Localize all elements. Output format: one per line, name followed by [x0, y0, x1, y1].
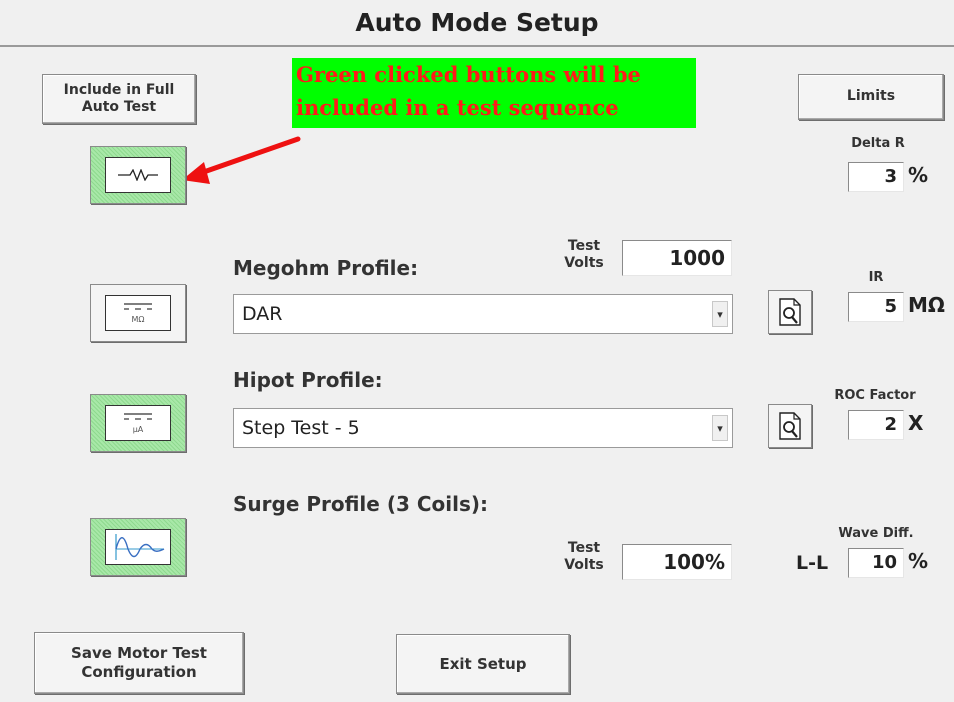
roc-factor-input[interactable]: 2 — [848, 410, 904, 440]
delta-r-input[interactable]: 3 — [848, 162, 904, 192]
roc-factor-unit: X — [908, 411, 924, 435]
surge-profile-label: Surge Profile (3 Coils): — [233, 492, 489, 516]
wave-diff-input[interactable]: 10 — [848, 548, 904, 578]
document-magnifier-icon — [779, 412, 801, 440]
delta-r-unit: % — [908, 163, 929, 187]
megohm-test-volts-label: Test Volts — [564, 238, 604, 271]
limits-button[interactable]: Limits — [798, 74, 944, 120]
callout-line-1: Green clicked buttons will be — [296, 62, 641, 87]
hipot-profile-value: Step Test - 5 — [242, 417, 360, 439]
megohm-icon-text: MΩ — [131, 315, 145, 324]
hipot-profile-preview-button[interactable] — [768, 404, 812, 448]
resistance-test-toggle[interactable] — [90, 146, 186, 204]
save-motor-test-configuration-button[interactable]: Save Motor Test Configuration — [34, 632, 244, 694]
window-title: Auto Mode Setup — [355, 8, 599, 37]
document-magnifier-icon — [779, 298, 801, 326]
hipot-dropdown-arrow-icon[interactable]: ▾ — [712, 415, 728, 441]
resistor-icon — [118, 169, 158, 181]
save-motor-test-configuration-label: Save Motor Test Configuration — [71, 644, 207, 681]
surge-test-toggle[interactable] — [90, 518, 186, 576]
hipot-icon-text: µA — [132, 425, 144, 434]
wave-diff-label: Wave Diff. — [838, 526, 914, 541]
ir-label: IR — [868, 270, 884, 285]
megohm-profile-value: DAR — [242, 303, 283, 325]
megohm-profile-select[interactable]: DAR ▾ — [233, 294, 733, 334]
ir-unit: MΩ — [908, 293, 945, 317]
callout-note: Green clicked buttons will be included i… — [292, 58, 696, 128]
ir-input[interactable]: 5 — [848, 292, 904, 322]
megohm-profile-label: Megohm Profile: — [233, 256, 419, 280]
exit-setup-label: Exit Setup — [439, 654, 527, 673]
surge-test-volts-input[interactable]: 100% — [622, 544, 732, 580]
hipot-profile-select[interactable]: Step Test - 5 ▾ — [233, 408, 733, 448]
limits-label: Limits — [846, 88, 896, 105]
delta-r-label: Delta R — [851, 136, 905, 151]
megohm-test-toggle[interactable]: MΩ — [90, 284, 186, 342]
surge-waveform-icon — [115, 534, 165, 560]
hipot-icon — [124, 413, 152, 420]
megohm-profile-preview-button[interactable] — [768, 290, 812, 334]
exit-setup-button[interactable]: Exit Setup — [396, 634, 570, 694]
megohm-dropdown-arrow-icon[interactable]: ▾ — [712, 301, 728, 327]
roc-factor-label: ROC Factor — [834, 388, 916, 403]
megohm-test-volts-input[interactable]: 1000 — [622, 240, 732, 276]
include-in-full-auto-test-label: Include in Full Auto Test — [63, 81, 175, 116]
callout-line-2: included in a test sequence — [296, 95, 619, 120]
include-in-full-auto-test-button[interactable]: Include in Full Auto Test — [42, 74, 196, 124]
surge-test-volts-label: Test Volts — [564, 540, 604, 573]
wave-diff-unit: % — [908, 549, 929, 573]
hipot-profile-label: Hipot Profile: — [233, 368, 383, 392]
megohm-icon — [124, 303, 152, 310]
wave-diff-prefix: L-L — [796, 552, 829, 574]
title-divider — [0, 45, 954, 47]
hipot-test-toggle[interactable]: µA — [90, 394, 186, 452]
